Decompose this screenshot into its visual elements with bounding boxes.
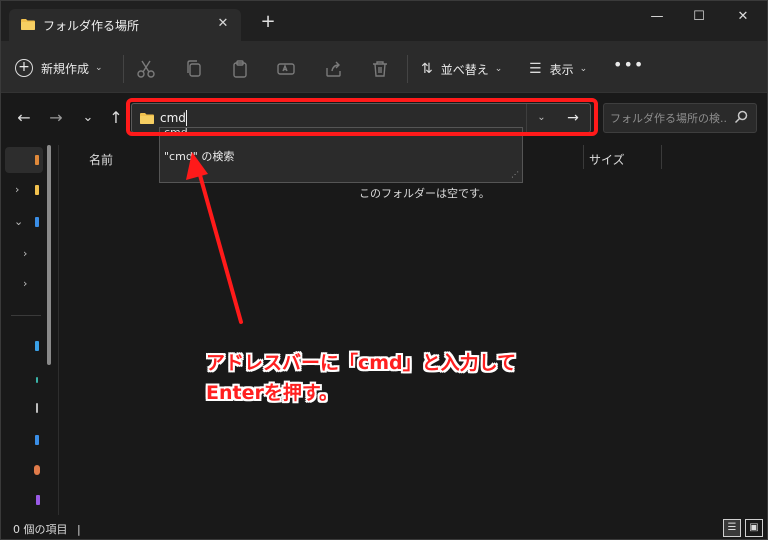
chevron-down-icon: ⌄ bbox=[95, 63, 103, 73]
cloud-icon bbox=[35, 217, 39, 227]
resize-grip-icon[interactable]: ⋰ bbox=[511, 171, 519, 179]
view-button[interactable]: ☰ 表示 ⌄ bbox=[529, 56, 587, 82]
cut-icon[interactable] bbox=[135, 58, 157, 80]
suggestion-search-item[interactable]: "cmd" の検索 bbox=[164, 148, 234, 164]
search-box[interactable] bbox=[603, 103, 757, 133]
chevron-down-icon: ⌄ bbox=[579, 64, 588, 74]
up-button[interactable]: ↑ bbox=[105, 107, 127, 129]
more-options-button[interactable]: ••• bbox=[613, 55, 643, 81]
sort-button-label: 並べ替え bbox=[440, 62, 489, 77]
tab-title: フォルダ作る場所 bbox=[43, 18, 140, 33]
chevron-right-icon[interactable]: › bbox=[15, 183, 19, 196]
title-bar: フォルダ作る場所 ✕ + — ☐ ✕ bbox=[1, 1, 767, 41]
new-button-label: 新規作成 bbox=[41, 61, 90, 76]
tiles-view-button[interactable]: ▣ bbox=[745, 519, 763, 537]
new-button[interactable]: + 新規作成 ⌄ bbox=[15, 55, 103, 81]
status-divider: | bbox=[77, 523, 81, 536]
chevron-right-icon[interactable]: › bbox=[23, 277, 27, 290]
chevron-down-icon: ⌄ bbox=[494, 64, 503, 74]
recent-locations-button[interactable]: ⌄ bbox=[77, 107, 99, 129]
item-count: 0 個の項目 | bbox=[13, 521, 81, 537]
column-divider[interactable] bbox=[661, 145, 662, 169]
chevron-down-icon[interactable]: ⌄ bbox=[14, 215, 23, 228]
column-header-size[interactable]: サイズ bbox=[589, 151, 625, 168]
view-list-icon: ☰ bbox=[529, 61, 542, 77]
search-icon[interactable] bbox=[734, 110, 748, 124]
sort-icon: ⇅ bbox=[421, 61, 433, 77]
home-icon bbox=[35, 155, 39, 165]
paste-icon[interactable] bbox=[229, 58, 251, 80]
instruction-annotation: アドレスバーに「cmd」と入力して Enterを押す。 bbox=[206, 348, 516, 408]
annotation-line-1: アドレスバーに「cmd」と入力して bbox=[206, 352, 517, 374]
toolbar-divider bbox=[123, 55, 124, 83]
folder-icon bbox=[35, 185, 39, 195]
maximize-button[interactable]: ☐ bbox=[679, 5, 719, 29]
command-bar: + 新規作成 ⌄ ⇅ 並べ替え ⌄ ☰ 表示 ⌄ ••• bbox=[1, 41, 767, 93]
file-explorer-window: フォルダ作る場所 ✕ + — ☐ ✕ + 新規作成 ⌄ ⇅ 並べ替え ⌄ ☰ 表… bbox=[0, 0, 768, 540]
file-list-pane: 名前 サイズ このフォルダーは空です。 bbox=[59, 145, 767, 515]
tab-close-icon[interactable]: ✕ bbox=[215, 16, 231, 32]
delete-icon[interactable] bbox=[369, 58, 391, 80]
videos-icon bbox=[36, 495, 40, 505]
folder-icon bbox=[21, 18, 35, 33]
navigation-pane: › ⌄ › › bbox=[1, 145, 59, 515]
sidebar-divider bbox=[11, 315, 41, 316]
forward-button[interactable]: → bbox=[45, 107, 67, 129]
view-button-label: 表示 bbox=[549, 62, 574, 77]
status-bar: 0 個の項目 | ☰ ▣ bbox=[1, 515, 767, 539]
empty-folder-message: このフォルダーは空です。 bbox=[359, 187, 490, 200]
annotation-line-2: Enterを押す。 bbox=[206, 382, 338, 404]
music-icon bbox=[34, 465, 40, 475]
desktop-icon bbox=[35, 341, 39, 351]
tab-current-folder[interactable]: フォルダ作る場所 ✕ bbox=[9, 9, 241, 41]
plus-circle-icon: + bbox=[15, 59, 33, 77]
address-bar-highlight bbox=[126, 98, 598, 136]
search-input[interactable] bbox=[610, 110, 728, 126]
rename-icon[interactable] bbox=[275, 58, 297, 80]
back-button[interactable]: ← bbox=[13, 107, 35, 129]
share-icon[interactable] bbox=[323, 58, 345, 80]
column-header-name[interactable]: 名前 bbox=[89, 151, 113, 168]
copy-icon[interactable] bbox=[183, 58, 205, 80]
sidebar-scrollbar[interactable] bbox=[47, 145, 51, 365]
close-button[interactable]: ✕ bbox=[723, 5, 763, 29]
documents-icon bbox=[36, 403, 38, 413]
minimize-button[interactable]: — bbox=[637, 5, 677, 29]
downloads-icon bbox=[36, 377, 38, 383]
new-tab-button[interactable]: + bbox=[259, 13, 277, 31]
chevron-right-icon[interactable]: › bbox=[23, 247, 27, 260]
toolbar-divider bbox=[407, 55, 408, 83]
pictures-icon bbox=[35, 435, 39, 445]
item-count-text: 0 個の項目 bbox=[13, 523, 68, 536]
column-divider[interactable] bbox=[583, 145, 584, 169]
sort-button[interactable]: ⇅ 並べ替え ⌄ bbox=[421, 56, 502, 82]
details-view-button[interactable]: ☰ bbox=[723, 519, 741, 537]
